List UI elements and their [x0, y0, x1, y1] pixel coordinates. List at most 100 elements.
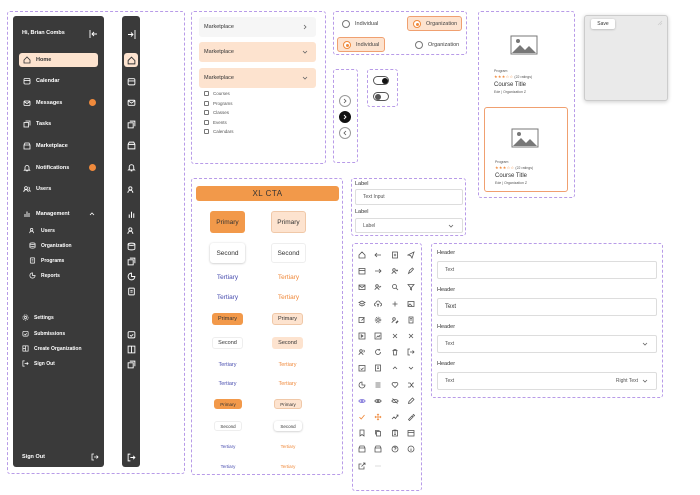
radio-individual[interactable]: Individual: [337, 16, 378, 31]
second-button-large[interactable]: Second: [210, 243, 245, 263]
select-field-right-text[interactable]: Text Right Text: [437, 372, 657, 390]
expand-icon[interactable]: [127, 30, 136, 39]
tertiary-button-small[interactable]: Tertiary: [214, 461, 242, 471]
tertiary-button-medium[interactable]: Tertiary: [212, 359, 243, 370]
primary-button-medium[interactable]: Primary: [212, 313, 243, 325]
bell-icon[interactable]: [127, 163, 136, 172]
sidebar-item-create-organization[interactable]: Create Organization: [22, 345, 82, 352]
sign-out-icon: [407, 348, 415, 356]
tertiary-button-large[interactable]: Tertiary: [210, 270, 245, 284]
save-button[interactable]: Save: [591, 19, 615, 29]
tertiary-button-large-hover[interactable]: Tertiary: [271, 290, 306, 304]
bar-chart-icon[interactable]: [127, 210, 136, 219]
primary-button-small-hover[interactable]: Primary: [274, 399, 302, 409]
second-button-large-hover[interactable]: Second: [271, 243, 306, 263]
sidebar-item-notifications[interactable]: Notifications: [19, 161, 98, 175]
tertiary-button-large[interactable]: Tertiary: [210, 290, 245, 304]
xl-cta-button[interactable]: XL CTA: [196, 186, 339, 201]
second-button-medium[interactable]: Second: [212, 337, 243, 349]
sidebar-footer-signout[interactable]: Sign Out: [22, 454, 45, 460]
second-button-small-hover[interactable]: Second: [274, 421, 302, 431]
database-icon[interactable]: [127, 242, 136, 251]
calendar-check-icon[interactable]: [127, 330, 136, 339]
second-button-small[interactable]: Second: [214, 421, 242, 431]
dropdown-expanded[interactable]: Marketplace: [199, 68, 316, 88]
radio-organization-selected[interactable]: Organization: [407, 16, 462, 31]
primary-button-medium-hover[interactable]: Primary: [272, 313, 303, 325]
toggle-on[interactable]: [373, 76, 389, 85]
second-button-medium-hover[interactable]: Second: [272, 337, 303, 349]
sidebar-item-tasks[interactable]: Tasks: [19, 117, 98, 131]
bell-icon: [23, 165, 31, 172]
dropdown-option[interactable]: Events: [204, 120, 227, 125]
sidebar-item-home[interactable]: Home: [19, 53, 98, 67]
tertiary-button-medium-hover[interactable]: Tertiary: [272, 359, 303, 370]
tasks-icon[interactable]: [127, 360, 136, 369]
tertiary-button-medium[interactable]: Tertiary: [212, 378, 243, 389]
help-icon: [391, 445, 399, 453]
checkbox[interactable]: [204, 120, 209, 125]
tasks-icon[interactable]: [127, 120, 136, 129]
dropdown-open[interactable]: Marketplace: [199, 42, 316, 62]
form-label: Label: [355, 209, 369, 215]
submenu-item-reports[interactable]: Reports: [29, 272, 60, 279]
submenu-item-organization[interactable]: Organization: [29, 242, 72, 249]
sidebar-item-messages[interactable]: Messages: [19, 96, 98, 110]
store-icon[interactable]: [127, 141, 136, 150]
document-icon[interactable]: [127, 287, 136, 296]
checkbox[interactable]: [204, 91, 209, 96]
sign-out-icon[interactable]: [91, 453, 99, 461]
collapse-icon[interactable]: [89, 30, 98, 38]
select-input[interactable]: Label: [355, 218, 463, 233]
columns-icon[interactable]: [127, 345, 136, 354]
tertiary-button-small-hover[interactable]: Tertiary: [274, 441, 302, 451]
users-icon[interactable]: [127, 185, 136, 194]
pie-chart-icon[interactable]: [127, 272, 136, 281]
submenu-item-users[interactable]: Users: [29, 227, 55, 234]
sidebar-item-management[interactable]: Management: [19, 207, 98, 221]
radio-organization[interactable]: Organization: [410, 37, 459, 52]
calendar-icon[interactable]: [127, 77, 136, 86]
dropdown-option[interactable]: Calendars: [204, 129, 234, 134]
course-card-active[interactable]: Program ★★★☆☆ (22 ratings) Course Title …: [484, 107, 568, 192]
submenu-item-programs[interactable]: Programs: [29, 257, 64, 264]
select-field[interactable]: Text: [437, 335, 657, 353]
text-field-filled[interactable]: Text: [437, 298, 657, 316]
dropdown-option[interactable]: Classes: [204, 110, 229, 115]
next-page-button[interactable]: [339, 95, 351, 107]
dropdown-closed[interactable]: Marketplace: [199, 17, 316, 37]
dropdown-option[interactable]: Courses: [204, 91, 230, 96]
text-field[interactable]: Text: [437, 261, 657, 279]
sidebar-item-marketplace[interactable]: Marketplace: [19, 139, 98, 153]
primary-button-large[interactable]: Primary: [210, 211, 245, 233]
primary-button-large-hover[interactable]: Primary: [271, 211, 306, 233]
tertiary-button-small-hover[interactable]: Tertiary: [274, 461, 302, 471]
radio-individual-selected[interactable]: Individual: [337, 37, 385, 52]
tertiary-button-large-hover[interactable]: Tertiary: [271, 270, 306, 284]
course-card[interactable]: Program ★★★☆☆ (22 ratings) Course Title …: [484, 17, 568, 98]
prev-page-button[interactable]: [339, 127, 351, 139]
eye-icon: [374, 398, 382, 403]
toggle-off[interactable]: [373, 92, 389, 101]
chevron-down-icon: [448, 224, 454, 228]
next-page-button-active[interactable]: [339, 111, 351, 123]
sidebar-item-users[interactable]: Users: [19, 182, 98, 196]
sign-out-icon[interactable]: [127, 453, 136, 462]
sidebar-item-settings[interactable]: Settings: [22, 314, 54, 321]
users-icon[interactable]: [127, 226, 136, 235]
sidebar-item-submissions[interactable]: Submissions: [22, 330, 65, 337]
sidebar-item-calendar[interactable]: Calendar: [19, 74, 98, 88]
sidebar-item-sign-out[interactable]: Sign Out: [22, 360, 55, 367]
resize-handle-icon[interactable]: [657, 20, 663, 26]
mail-icon[interactable]: [127, 98, 136, 107]
tertiary-button-medium-hover[interactable]: Tertiary: [272, 378, 303, 389]
tasks-icon[interactable]: [127, 257, 136, 266]
chevron-down-icon: [642, 342, 648, 346]
text-input[interactable]: Text Input: [355, 189, 463, 205]
primary-button-small[interactable]: Primary: [214, 399, 242, 409]
tertiary-button-small[interactable]: Tertiary: [214, 441, 242, 451]
checkbox[interactable]: [204, 101, 209, 106]
checkbox[interactable]: [204, 110, 209, 115]
dropdown-option[interactable]: Programs: [204, 101, 233, 106]
checkbox[interactable]: [204, 129, 209, 134]
